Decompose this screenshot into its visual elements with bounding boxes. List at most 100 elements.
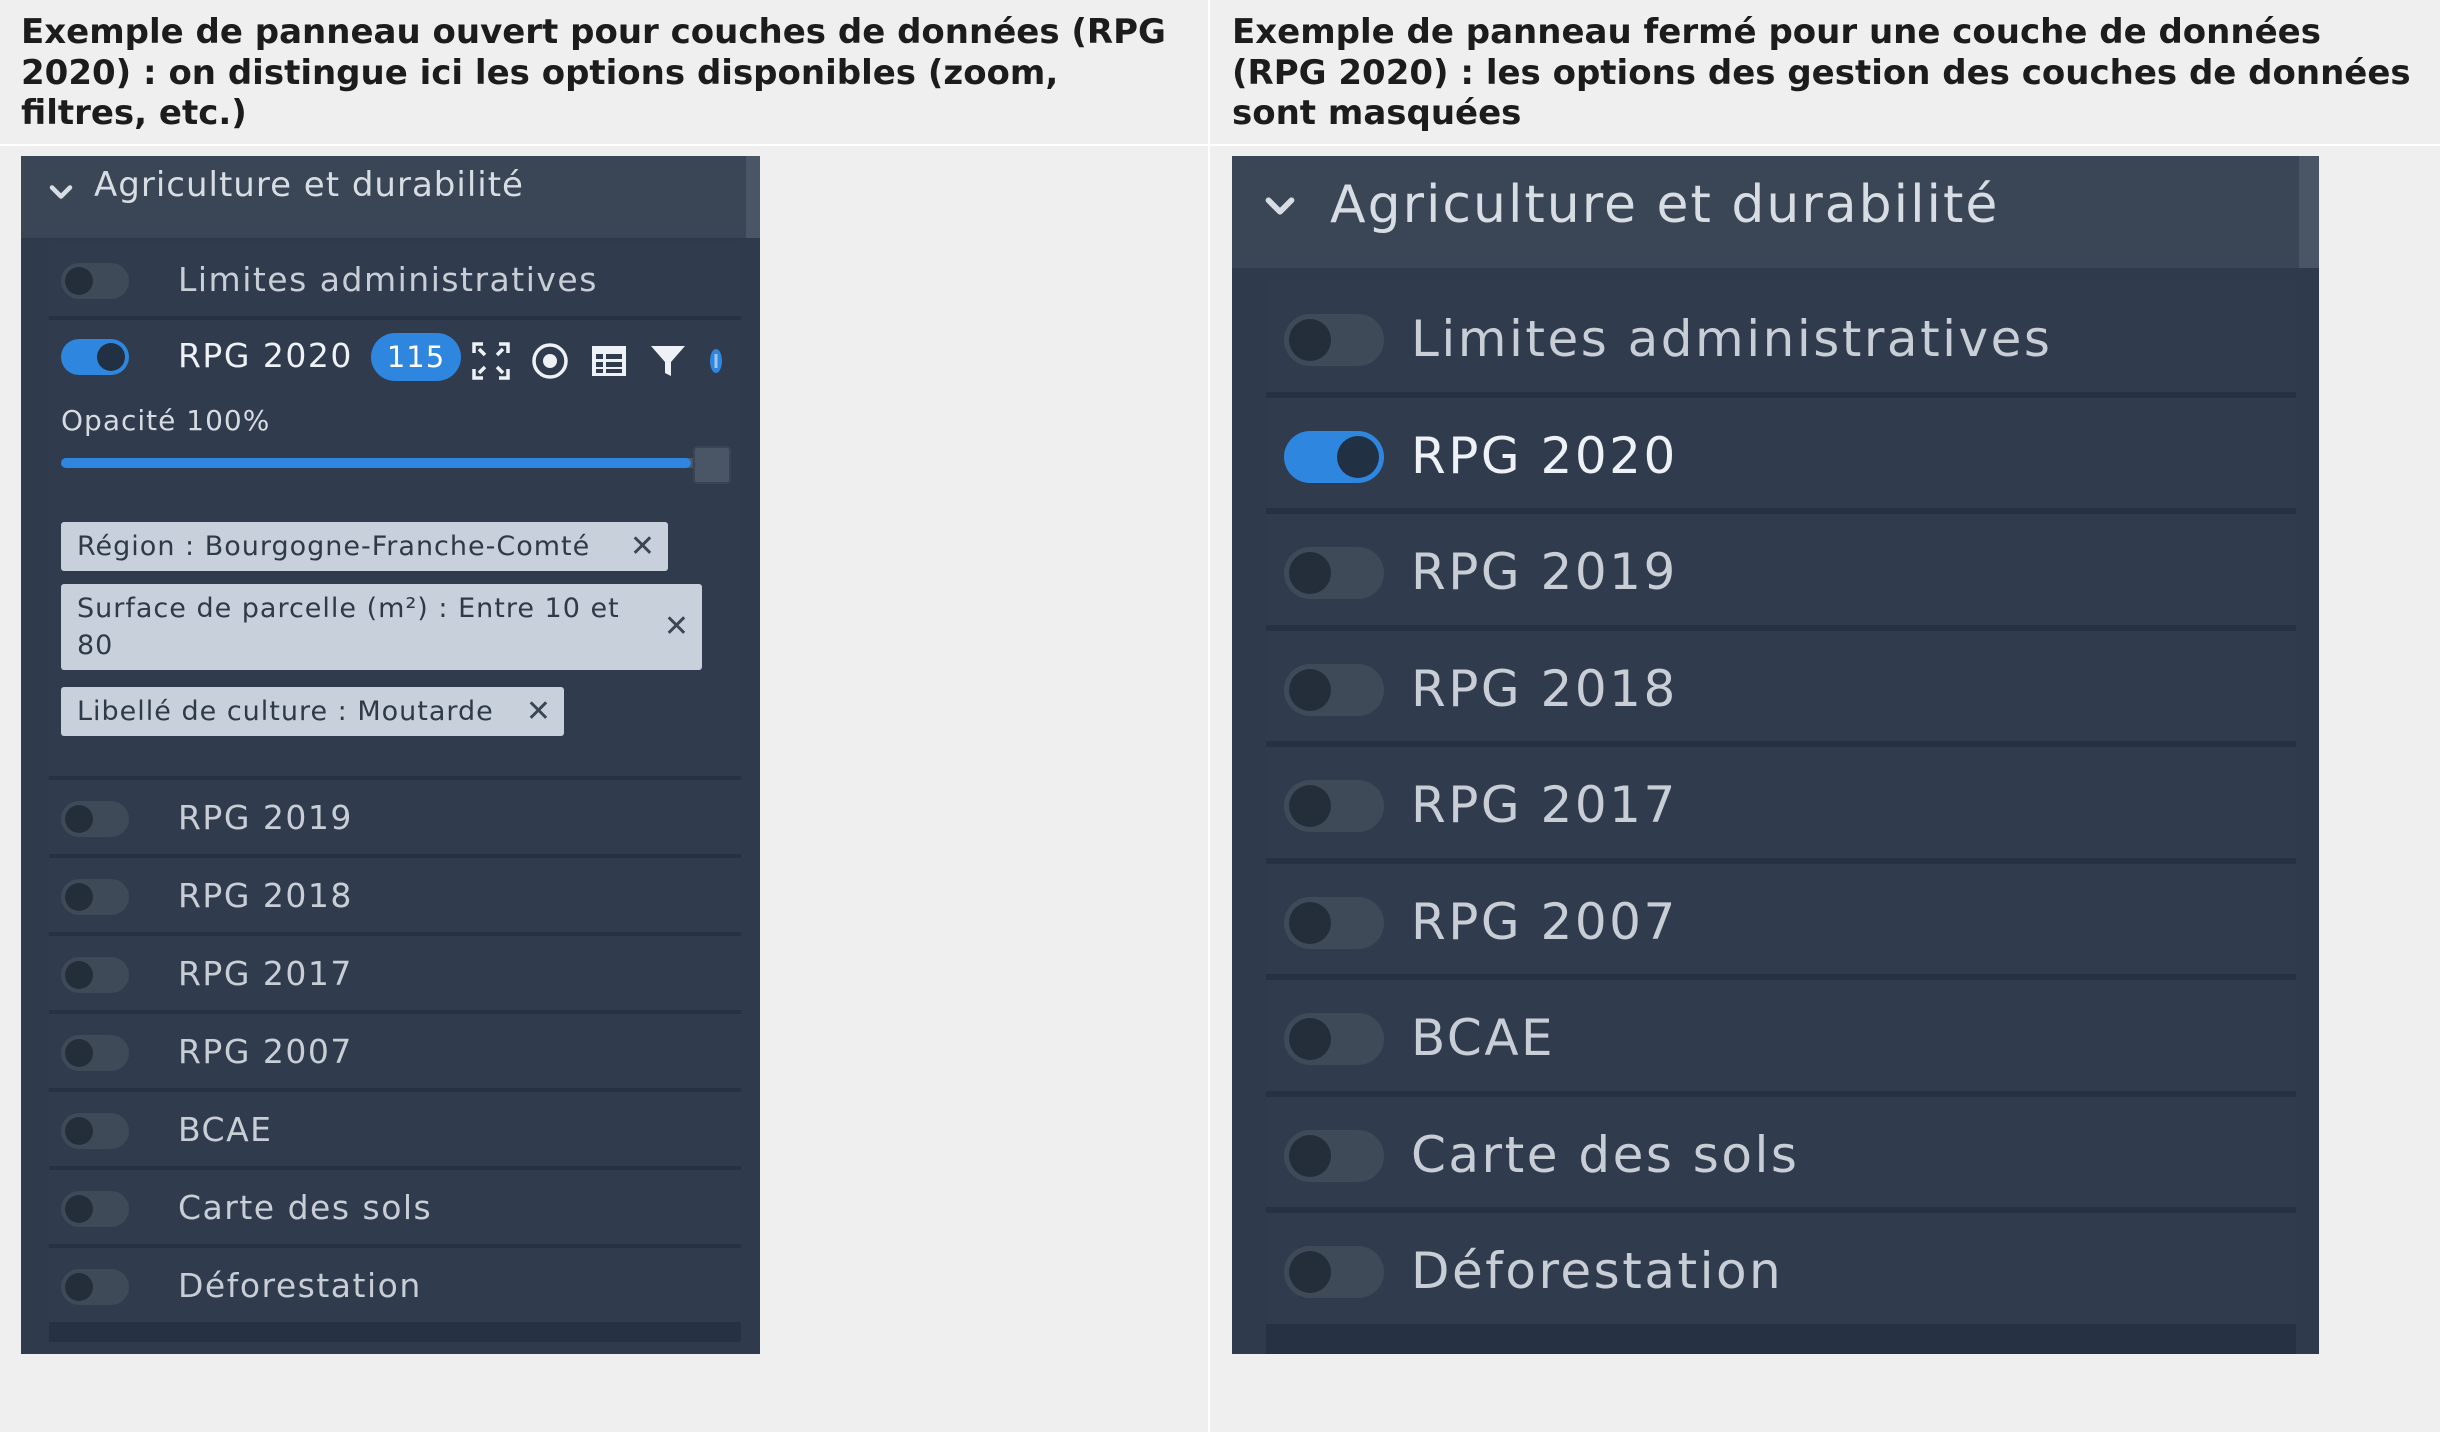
layer-row[interactable]: RPG 2018 [1266,630,2296,747]
layer-row[interactable]: RPG 2007 [49,1014,741,1092]
layer-label: BCAE [1411,1009,1556,1067]
close-icon[interactable]: ✕ [526,696,552,727]
toggle-knob [1289,552,1331,594]
layer-label: RPG 2019 [178,798,353,837]
layer-row[interactable]: RPG 2020 [1266,397,2296,514]
layer-toggle[interactable] [61,1113,129,1149]
filter-chip: Surface de parcelle (m²) : Entre 10 et 8… [61,584,702,670]
opacity-label: Opacité 100% [61,404,271,437]
layer-row[interactable]: BCAE [1266,980,2296,1097]
toggle-knob [1289,1251,1331,1293]
toggle-knob [65,267,93,295]
layer-row[interactable]: RPG 2017 [49,936,741,1014]
toggle-knob [65,883,93,911]
table-icon[interactable] [589,341,629,381]
layer-toggle[interactable] [1284,430,1384,483]
info-icon[interactable] [702,341,730,381]
layer-row[interactable]: RPG 2007 [1266,863,2296,980]
layer-label: RPG 2007 [1411,892,1678,951]
toggle-knob [65,805,93,833]
layer-toggle[interactable] [1284,663,1384,716]
zoom-extent-icon[interactable] [471,341,511,381]
layer-label: Limites administratives [178,260,598,299]
layer-label: RPG 2018 [178,876,353,915]
close-icon[interactable]: ✕ [630,531,656,562]
layer-toggle[interactable] [61,879,129,915]
layer-toggle[interactable] [1284,547,1384,599]
layer-row[interactable]: Carte des sols [1266,1096,2296,1213]
layer-toggle[interactable] [1284,1129,1384,1182]
layer-row[interactable]: RPG 2019 [49,780,741,858]
layer-panel-closed: Agriculture et durabilité Limites admini… [1232,156,2319,1354]
opacity-slider[interactable] [61,458,721,468]
toggle-knob [65,1039,93,1067]
layer-label: RPG 2007 [178,1032,353,1071]
layer-toggle[interactable] [1284,780,1384,832]
layer-toggle[interactable] [61,339,129,375]
layer-label: Limites administratives [1411,310,2053,368]
filter-chip-label: Libellé de culture : Moutarde [77,696,494,727]
layer-label: RPG 2018 [1411,659,1678,718]
layer-toggle[interactable] [61,1035,129,1071]
column-divider [1208,0,1210,1432]
toggle-knob [65,1117,93,1145]
layer-label: RPG 2019 [1411,543,1678,601]
group-header[interactable]: Agriculture et durabilité [1232,156,2319,268]
toggle-knob [97,343,125,371]
filter-chip: Région : Bourgogne-Franche-Comté ✕ [61,522,668,571]
group-title: Agriculture et durabilité [94,165,524,205]
group-title: Agriculture et durabilité [1330,175,2000,235]
layer-row[interactable]: RPG 2019 [1266,514,2296,631]
layer-toggle[interactable] [61,1191,129,1227]
chevron-down-icon [1265,197,1295,215]
layer-row[interactable]: RPG 2018 [49,858,741,936]
layer-label: RPG 2017 [178,954,353,993]
comparison-figure: Exemple de panneau ouvert pour couches d… [0,0,2440,1432]
layer-label: Carte des sols [1411,1125,1800,1184]
toggle-knob [1289,1134,1331,1177]
toggle-knob [65,1273,93,1301]
layer-toggle[interactable] [61,263,129,299]
toggle-knob [1289,901,1331,944]
layer-list: Limites administratives RPG 2020 115 Opa… [49,242,741,1342]
opacity-slider-fill [61,458,691,468]
caption-open-panel: Exemple de panneau ouvert pour couches d… [21,12,1166,133]
layer-toggle[interactable] [1284,896,1384,949]
opacity-slider-handle[interactable] [693,446,731,484]
layer-label: RPG 2020 [178,336,353,375]
filter-chip: Libellé de culture : Moutarde ✕ [61,687,564,736]
layer-label: RPG 2020 [1411,426,1678,485]
filter-chip-label: Surface de parcelle (m²) : Entre 10 et 8… [77,593,620,661]
toggle-knob [65,1195,93,1223]
locate-icon[interactable] [530,341,570,381]
layer-toggle[interactable] [61,801,129,837]
layer-row[interactable]: Déforestation [49,1248,741,1326]
chevron-down-icon [49,185,73,199]
layer-row[interactable]: RPG 2017 [1266,747,2296,864]
layer-panel-open: Agriculture et durabilité Limites admini… [21,156,760,1354]
toggle-knob [1289,319,1331,361]
layer-row[interactable]: Limites administratives [49,242,741,320]
layer-toggle[interactable] [1284,1246,1384,1298]
layer-row[interactable]: BCAE [49,1092,741,1170]
layer-label: RPG 2017 [1411,776,1678,834]
layer-label: Carte des sols [178,1188,433,1227]
layer-row-expanded[interactable]: RPG 2020 115 Opacité 100% Région: Bourg… [49,320,741,780]
layer-toggle[interactable] [1284,314,1384,366]
layer-toggle[interactable] [61,1269,129,1305]
caption-closed-panel: Exemple de panneau fermé pour une couche… [1232,12,2411,133]
layer-row[interactable]: Carte des sols [49,1170,741,1248]
filter-icon[interactable] [648,341,688,381]
group-header[interactable]: Agriculture et durabilité [21,156,760,238]
toggle-knob [1289,785,1331,827]
close-icon[interactable]: ✕ [664,612,690,642]
layer-row[interactable]: Limites administratives [1266,281,2296,398]
toggle-knob [1337,435,1379,478]
layer-toggle[interactable] [61,957,129,993]
layer-row[interactable]: Déforestation [1266,1213,2296,1330]
toggle-knob [1289,1018,1331,1060]
layer-toggle[interactable] [1284,1013,1384,1065]
feature-count-badge: 115 [371,333,461,381]
layer-list: Limites administratives RPG 2020 RPG 201… [1266,281,2296,1354]
layer-label: Déforestation [178,1266,422,1305]
